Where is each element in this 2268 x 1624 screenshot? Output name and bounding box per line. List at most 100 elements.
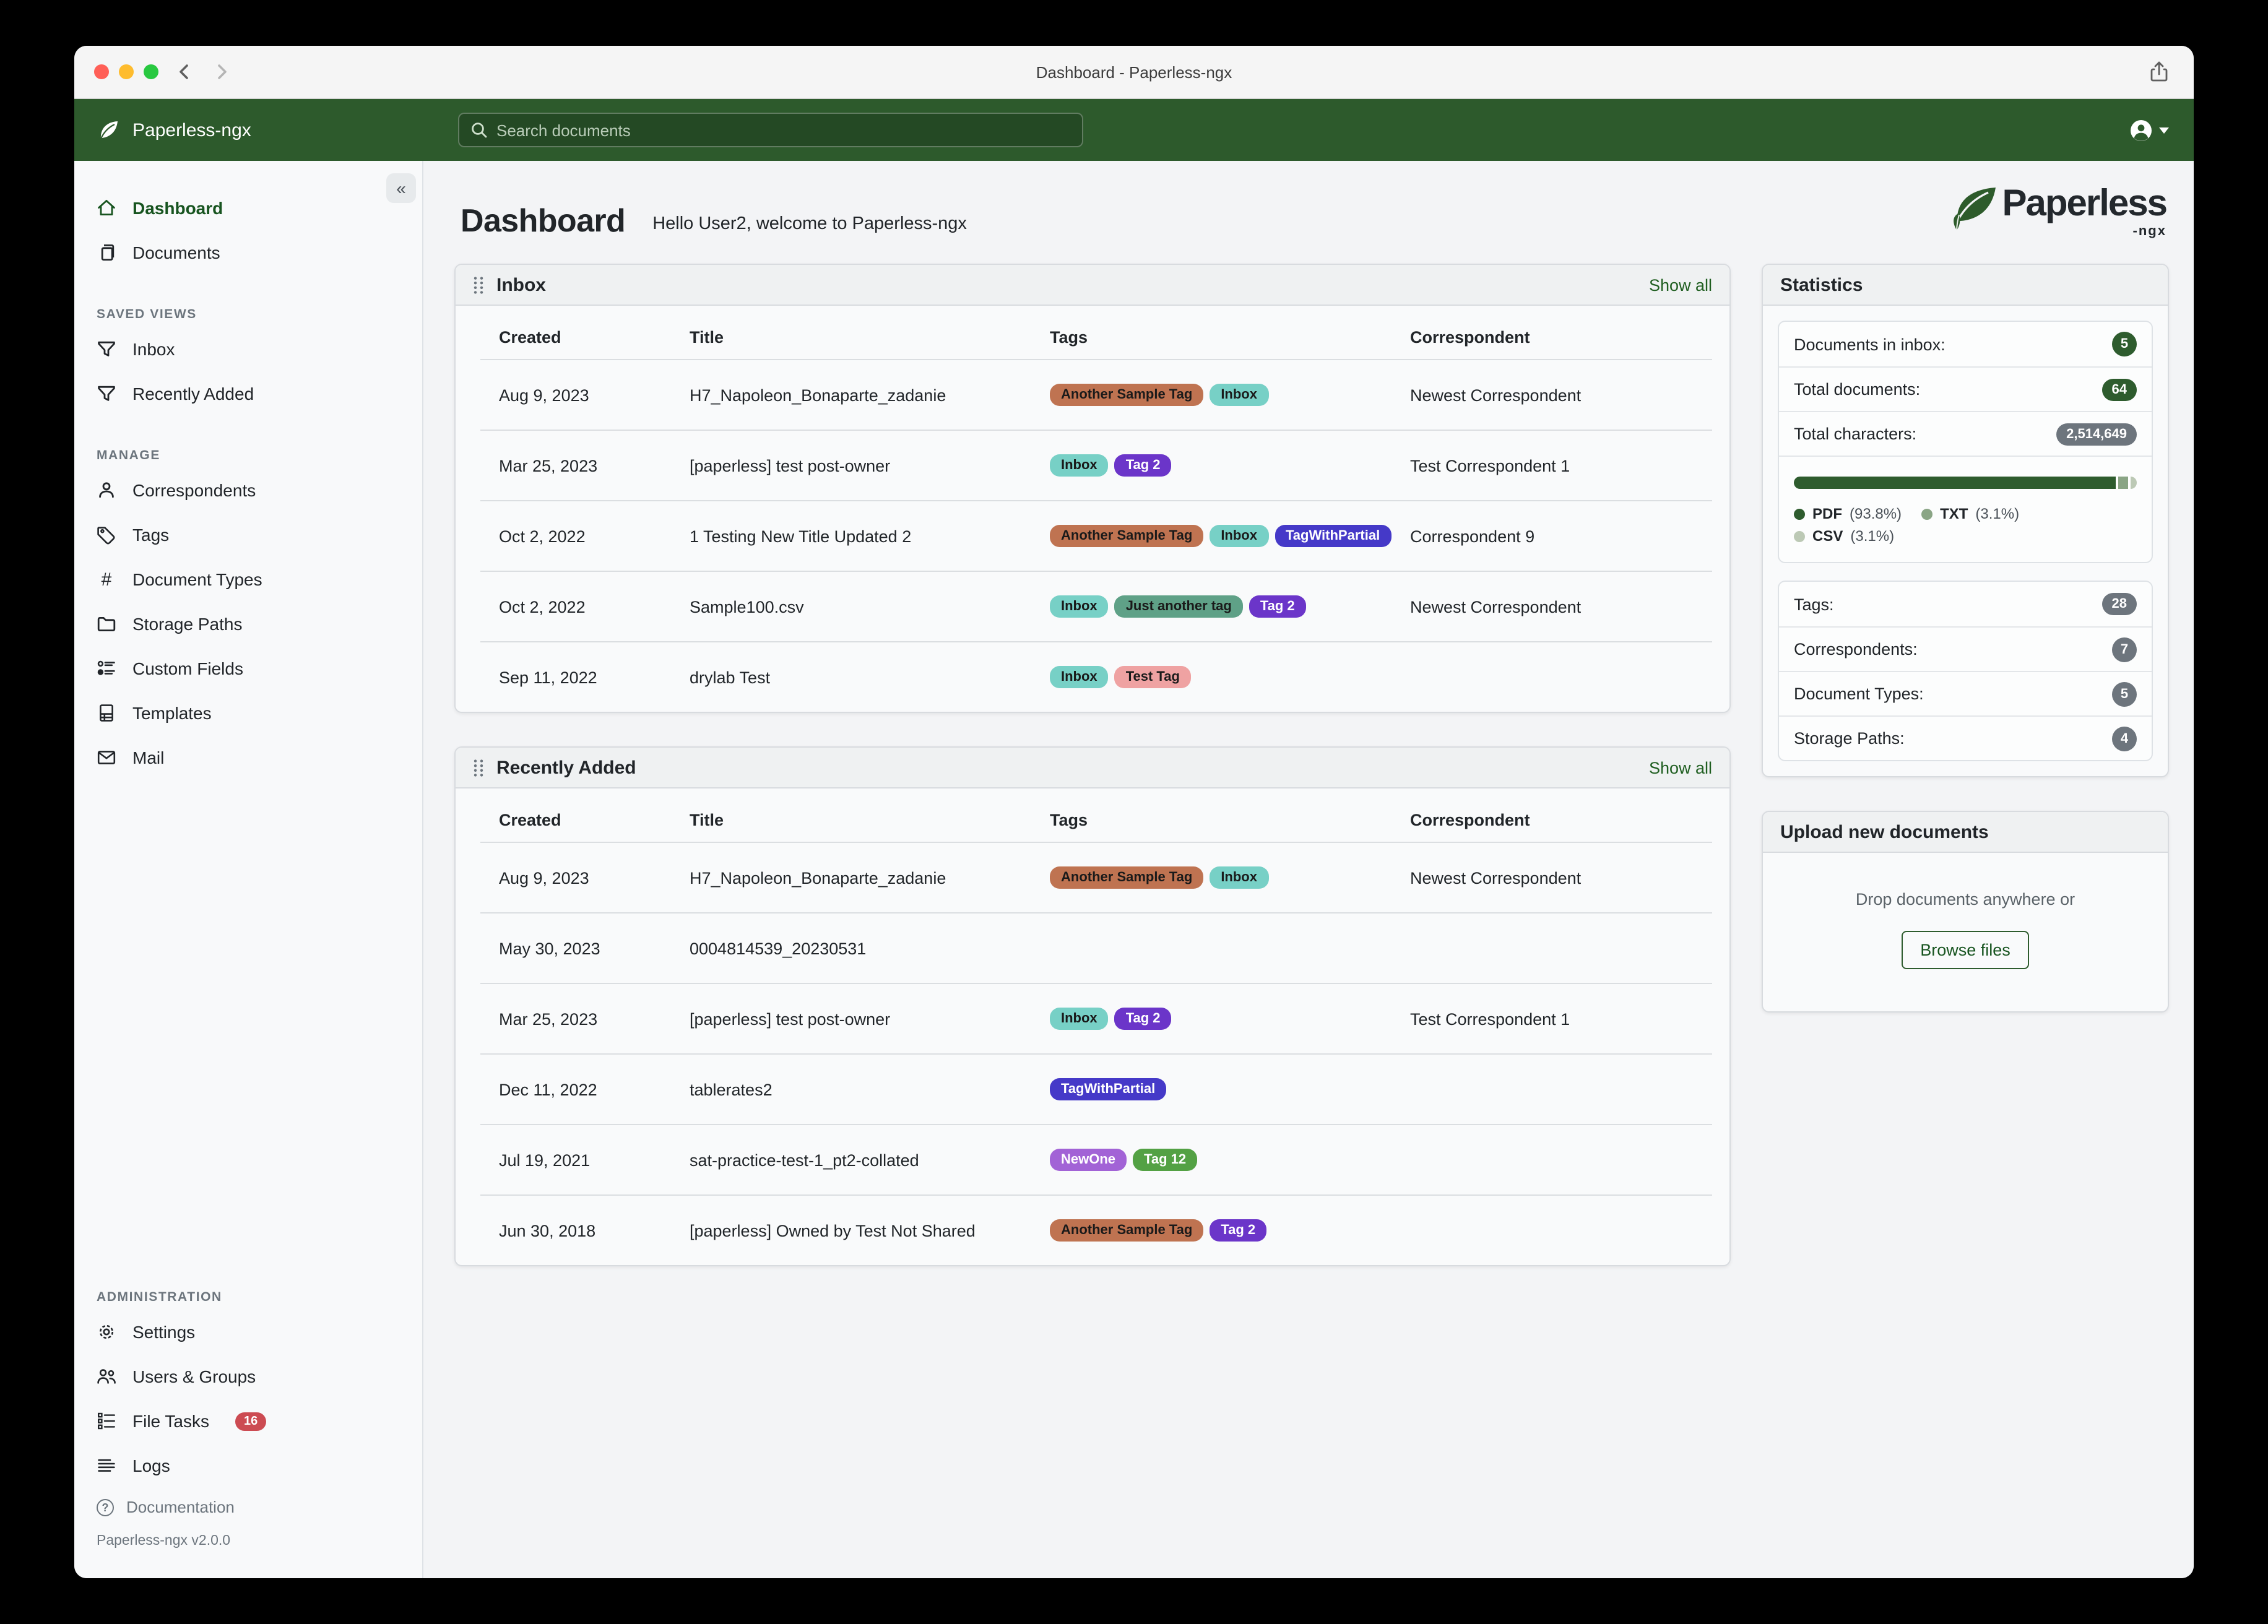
table-row[interactable]: Mar 25, 2023 [paperless] test post-owner… [480,983,1712,1053]
cell-title: [paperless] test post-owner [690,1009,891,1028]
tag-badge[interactable]: Inbox [1050,454,1109,477]
cell-correspondent[interactable]: Newest Correspondent [1410,597,1712,616]
drag-handle-icon[interactable] [473,275,484,294]
table-row[interactable]: May 30, 2023 0004814539_20230531 [480,912,1712,983]
table-row[interactable]: Oct 2, 2022 1 Testing New Title Updated … [480,500,1712,571]
sidebar-item-tags[interactable]: Tags [74,512,422,557]
cell-created: Jun 30, 2018 [499,1221,596,1240]
cell-title: [paperless] test post-owner [690,456,891,475]
table-row[interactable]: Dec 11, 2022 tablerates2 TagWithPartial [480,1053,1712,1124]
table-row[interactable]: Jun 30, 2018 [paperless] Owned by Test N… [480,1194,1712,1265]
tag-badge[interactable]: Inbox [1050,666,1109,688]
stat-label: Correspondents: [1794,640,1918,659]
legend-dot [1794,508,1805,519]
tag-badge[interactable]: Another Sample Tag [1050,866,1204,889]
column-header-created: Created [499,811,561,829]
table-row[interactable]: Sep 11, 2022 drylab Test Inbox Test Tag [480,641,1712,712]
sidebar-item-settings[interactable]: Settings [74,1310,422,1354]
tag-badge[interactable]: TagWithPartial [1050,1078,1167,1100]
sidebar-item-templates[interactable]: Templates [74,691,422,735]
tag-badge[interactable]: Test Tag [1114,666,1191,688]
legend-dot [1794,530,1805,542]
brand[interactable]: Paperless-ngx [74,118,251,142]
tag-badge[interactable]: Inbox [1210,384,1268,406]
table-row[interactable]: Jul 19, 2021 sat-practice-test-1_pt2-col… [480,1124,1712,1194]
stat-label: Total documents: [1794,380,1921,399]
tag-badge[interactable]: Inbox [1210,525,1268,547]
stat-value-badge: 64 [2101,378,2137,400]
column-header-title: Title [690,328,724,347]
cell-tags: Inbox Tag 2 [1050,452,1410,479]
browser-forward-icon[interactable] [213,62,230,82]
tag-badge[interactable]: Inbox [1050,595,1109,618]
sidebar-item-storage-paths[interactable]: Storage Paths [74,602,422,646]
cell-tags: TagWithPartial [1050,1076,1410,1103]
sidebar-item-mail[interactable]: Mail [74,735,422,780]
file-type-chart: PDF (93.8%) TXT (3.1%) CSV (3.1%) [1779,456,2152,562]
sidebar-item-label: Templates [132,703,212,723]
cell-created: Oct 2, 2022 [499,527,586,545]
search-input[interactable] [496,121,1071,139]
cell-correspondent[interactable]: Test Correspondent 1 [1410,456,1712,475]
cell-correspondent[interactable]: Newest Correspondent [1410,386,1712,404]
zoom-window-button[interactable] [144,64,158,79]
sidebar-item-label: Inbox [132,339,175,359]
tag-badge[interactable]: Another Sample Tag [1050,1219,1204,1242]
sidebar-item-correspondents[interactable]: Correspondents [74,468,422,512]
sidebar-item-file-tasks[interactable]: File Tasks 16 [74,1399,422,1443]
leaf-logo-icon [1954,188,1996,231]
tag-badge[interactable]: Just another tag [1114,595,1243,618]
sidebar-item-documents[interactable]: Documents [74,230,422,275]
tag-badge[interactable]: Tag 2 [1114,1008,1172,1030]
sidebar-item-users-groups[interactable]: Users & Groups [74,1354,422,1399]
table-row[interactable]: Aug 9, 2023 H7_Napoleon_Bonaparte_zadani… [480,359,1712,430]
sidebar-item-inbox[interactable]: Inbox [74,327,422,371]
sidebar-item-custom-fields[interactable]: Custom Fields [74,646,422,691]
tag-badge[interactable]: Tag 2 [1249,595,1306,618]
table-row[interactable]: Mar 25, 2023 [paperless] test post-owner… [480,430,1712,500]
sidebar-item-logs[interactable]: Logs [74,1443,422,1488]
cell-correspondent[interactable]: Test Correspondent 1 [1410,1009,1712,1028]
tag-badge[interactable]: Another Sample Tag [1050,384,1204,406]
table-row[interactable]: Aug 9, 2023 H7_Napoleon_Bonaparte_zadani… [480,842,1712,912]
stat-label: Total characters: [1794,425,1917,443]
tag-badge[interactable]: Tag 2 [1114,454,1172,477]
inbox-show-all-link[interactable]: Show all [1649,275,1712,294]
close-window-button[interactable] [94,64,109,79]
tag-badge[interactable]: Inbox [1210,866,1268,889]
page-header: Dashboard Hello User2, welcome to Paperl… [454,161,2169,264]
recently-added-show-all-link[interactable]: Show all [1649,758,1712,777]
table-row[interactable]: Oct 2, 2022 Sample100.csv Inbox Just anot… [480,571,1712,641]
upload-dropzone[interactable]: Drop documents anywhere or Browse files [1763,853,2168,1011]
tag-badge[interactable]: NewOne [1050,1149,1127,1171]
inbox-card: Inbox Show all Created Title Tags Corres… [454,264,1731,713]
cell-created: Aug 9, 2023 [499,386,589,404]
search-box[interactable] [458,113,1083,147]
tag-badge[interactable]: Tag 2 [1210,1219,1267,1242]
cell-created: Mar 25, 2023 [499,456,598,475]
user-menu[interactable] [2129,99,2169,161]
sidebar-item-label: Users & Groups [132,1367,256,1386]
tag-badge[interactable]: Inbox [1050,1008,1109,1030]
chart-legend: PDF (93.8%) TXT (3.1%) CSV (3.1%) [1794,505,2137,545]
minimize-window-button[interactable] [119,64,134,79]
sidebar-item-dashboard[interactable]: Dashboard [74,186,422,230]
folder-icon [97,617,116,631]
tag-badge[interactable]: Another Sample Tag [1050,525,1204,547]
mail-icon [97,751,116,764]
cell-correspondent[interactable]: Newest Correspondent [1410,868,1712,887]
share-icon[interactable] [2149,61,2169,83]
cell-created: Jul 19, 2021 [499,1151,591,1169]
sidebar-collapse-button[interactable] [386,173,416,203]
sidebar-item-document-types[interactable]: Document Types [74,557,422,602]
drag-handle-icon[interactable] [473,758,484,777]
cell-correspondent[interactable]: Correspondent 9 [1410,527,1712,545]
cell-created: Aug 9, 2023 [499,868,589,887]
tag-badge[interactable]: TagWithPartial [1275,525,1392,547]
tag-badge[interactable]: Tag 12 [1133,1149,1198,1171]
browse-files-button[interactable]: Browse files [1902,931,2029,969]
browser-back-icon[interactable] [176,62,193,82]
card-title: Recently Added [496,757,636,778]
documentation-link[interactable]: Documentation [74,1488,422,1526]
sidebar-item-recently-added[interactable]: Recently Added [74,371,422,416]
